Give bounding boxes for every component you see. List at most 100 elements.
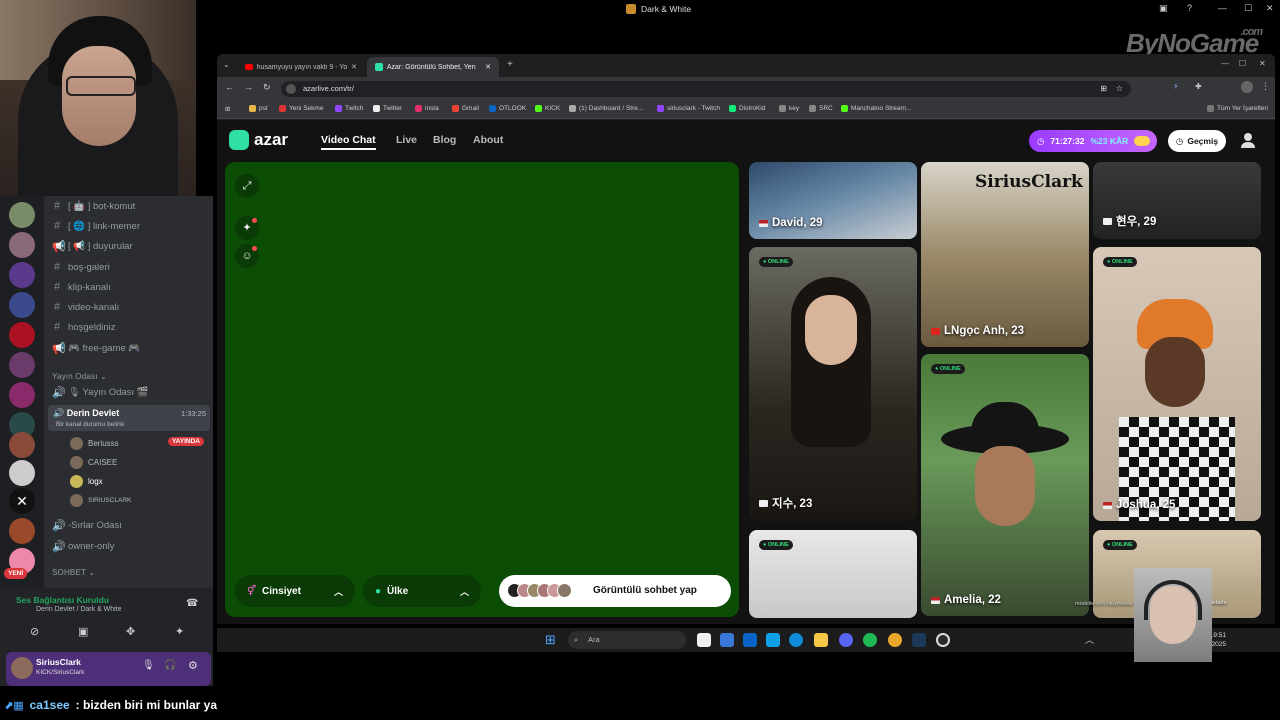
voice-user[interactable]: Beriusss YAYINDA <box>70 434 210 452</box>
server-icon[interactable] <box>9 460 35 486</box>
help-icon[interactable]: ? <box>1187 3 1192 13</box>
close-button[interactable]: ✕ <box>1259 59 1266 68</box>
minimize-button[interactable]: — <box>1221 59 1229 68</box>
history-button[interactable]: ◷ Geçmiş <box>1168 130 1226 152</box>
activities-icon[interactable]: ✥ <box>126 625 135 638</box>
server-icon[interactable] <box>9 202 35 228</box>
promo-timer[interactable]: ◷ 71:27:32 %23 KÂR <box>1029 130 1157 152</box>
channel-status[interactable]: Bir kanal durumu belirle <box>56 421 124 428</box>
settings-icon[interactable]: ⚙ <box>188 659 198 672</box>
server-icon[interactable] <box>9 352 35 378</box>
bookmark[interactable]: siriusclark - Twitch <box>657 105 720 112</box>
sticker-icon[interactable]: ☺ <box>235 244 259 268</box>
reload-icon[interactable]: ↻ <box>263 82 271 93</box>
camera-off-icon[interactable]: ⊘ <box>30 625 39 638</box>
bookmark[interactable]: KICK <box>535 105 560 112</box>
maximize-button[interactable]: ☐ <box>1239 59 1246 68</box>
task-view-icon[interactable] <box>697 633 711 647</box>
profile-card[interactable]: ● ONLINE 지수, 23 <box>749 247 917 521</box>
nav-blog[interactable]: Blog <box>433 134 456 146</box>
active-voice-channel[interactable]: 🔊 Derin Devlet 1:33:25 Bir kanal durumu … <box>48 405 210 431</box>
effects-icon[interactable]: ✦ <box>235 216 259 240</box>
forward-icon[interactable]: → <box>244 82 253 92</box>
discord-icon[interactable] <box>839 633 853 647</box>
server-icon[interactable] <box>9 262 35 288</box>
channel-hosgeldiniz[interactable]: # hoşgeldiniz <box>52 317 212 337</box>
edge-icon[interactable] <box>789 633 803 647</box>
voice-user[interactable]: CAISEE <box>70 453 210 471</box>
server-icon[interactable] <box>9 232 35 258</box>
tab-azar[interactable]: Azar: Görüntülü Sohbet, Yen ✕ <box>367 57 499 77</box>
all-bookmarks[interactable]: Tüm Yer İşaretleri <box>1207 105 1268 112</box>
category-yayin-odasi[interactable]: Yayın Odası ⌄ <box>52 372 107 381</box>
obs-icon[interactable] <box>936 633 950 647</box>
category-sohbet[interactable]: SOHBET ⌄ <box>52 568 95 577</box>
bookmark-star-icon[interactable]: ☆ <box>1116 81 1123 97</box>
start-video-chat-button[interactable]: Görüntülü sohbet yap <box>499 575 731 607</box>
profile-card[interactable]: SiriusClark LNgọc Anh, 23 <box>921 162 1089 347</box>
back-icon[interactable]: ← <box>225 82 234 92</box>
connection-title[interactable]: Ses Bağlantısı Kuruldu <box>16 595 109 605</box>
outlook-icon[interactable] <box>743 633 757 647</box>
video-chat-area[interactable]: ⤢ ✦ ☺ ⚥ Cinsiyet ︿ ● Ülke ︿ Görüntülü sohbet… <box>225 162 739 617</box>
windows-start-icon[interactable]: ⊞ <box>545 632 556 648</box>
country-filter[interactable]: ● Ülke ︿ <box>363 575 481 607</box>
nav-live[interactable]: Live <box>396 134 417 146</box>
channel-klip-kanali[interactable]: # klip-kanalı <box>52 277 212 297</box>
channel-duyurular[interactable]: 📢[ 📢 ] duyurular <box>52 236 212 256</box>
profile-avatar[interactable] <box>1241 81 1253 93</box>
bookmark[interactable]: pst <box>249 105 268 112</box>
bookmark[interactable]: Yeni Sekme <box>279 105 323 112</box>
extension-icon[interactable]: ⚡ <box>1173 82 1179 91</box>
close-button[interactable]: ✕ <box>1266 3 1274 14</box>
server-icon[interactable] <box>9 292 35 318</box>
channel-link-memer[interactable]: #[ 🌐 ] link-memer <box>52 216 212 236</box>
server-icon[interactable] <box>9 382 35 408</box>
app-icon[interactable] <box>766 633 780 647</box>
apps-icon[interactable]: ⊞ <box>225 105 230 113</box>
tab-youtube[interactable]: husamyuyu yayın vakti 9 - YouT ✕ <box>237 57 365 77</box>
soundboard-icon[interactable]: ✦ <box>175 625 184 638</box>
profile-card[interactable]: David, 29 <box>749 162 917 239</box>
bookmark[interactable]: DistroKid <box>729 105 765 112</box>
spotify-icon[interactable] <box>863 633 877 647</box>
voice-user[interactable]: SIRIUSCLARK <box>70 491 210 509</box>
bookmark[interactable]: SRC <box>809 105 833 112</box>
taskbar-search[interactable]: ⌕ Ara <box>568 631 686 649</box>
server-icon[interactable] <box>9 518 35 544</box>
close-tab-icon[interactable]: ✕ <box>485 63 491 71</box>
app-icon[interactable] <box>720 633 734 647</box>
voice-user[interactable]: logx <box>70 472 210 490</box>
profile-icon[interactable] <box>1239 131 1257 149</box>
disconnect-icon[interactable]: ☎ <box>186 598 198 609</box>
avatar[interactable] <box>11 657 33 679</box>
bookmark[interactable]: Twitter <box>373 105 402 112</box>
voice-channel-sirlar-odasi[interactable]: 🔊 -Sırlar Odası <box>52 515 212 535</box>
gender-filter[interactable]: ⚥ Cinsiyet ︿ <box>235 575 355 607</box>
headphones-icon[interactable]: 🎧 <box>164 660 176 671</box>
mic-icon[interactable]: 🎙 <box>142 660 155 671</box>
screen-share-icon[interactable]: ▣ <box>78 625 88 638</box>
server-icon[interactable] <box>9 322 35 348</box>
bookmark[interactable]: insta <box>415 105 439 112</box>
new-tab-button[interactable]: + <box>507 59 513 70</box>
maximize-button[interactable]: ☐ <box>1244 3 1252 14</box>
x-server-icon[interactable]: ✕ <box>9 488 35 514</box>
bookmark[interactable]: Gmail <box>452 105 479 112</box>
azar-logo[interactable]: azar <box>229 130 288 150</box>
fullscreen-icon[interactable]: ⤢ <box>235 174 259 198</box>
bookmark[interactable]: Twitch <box>335 105 363 112</box>
channel-bos-galeri[interactable]: # boş-galeri <box>52 257 212 277</box>
profile-card[interactable]: 현우, 29 <box>1093 162 1261 239</box>
bookmark[interactable]: (1) Dashboard / Stre... <box>569 105 643 112</box>
bookmark[interactable]: Manchatoo Stream... <box>841 105 911 112</box>
channel-bot-komut[interactable]: #[ 🤖 ] bot-komut <box>52 196 212 216</box>
server-icon[interactable] <box>9 432 35 458</box>
close-tab-icon[interactable]: ✕ <box>351 63 357 71</box>
profile-card[interactable]: ● ONLINE <box>749 530 917 618</box>
voice-channel-owner-only[interactable]: 🔊 owner-only <box>52 536 212 556</box>
install-icon[interactable]: ⊞ <box>1100 81 1107 97</box>
profile-card[interactable]: ● ONLINE Amelia, 22 <box>921 354 1089 616</box>
nav-about[interactable]: About <box>473 134 503 146</box>
extensions-icon[interactable]: ✚ <box>1195 82 1202 91</box>
